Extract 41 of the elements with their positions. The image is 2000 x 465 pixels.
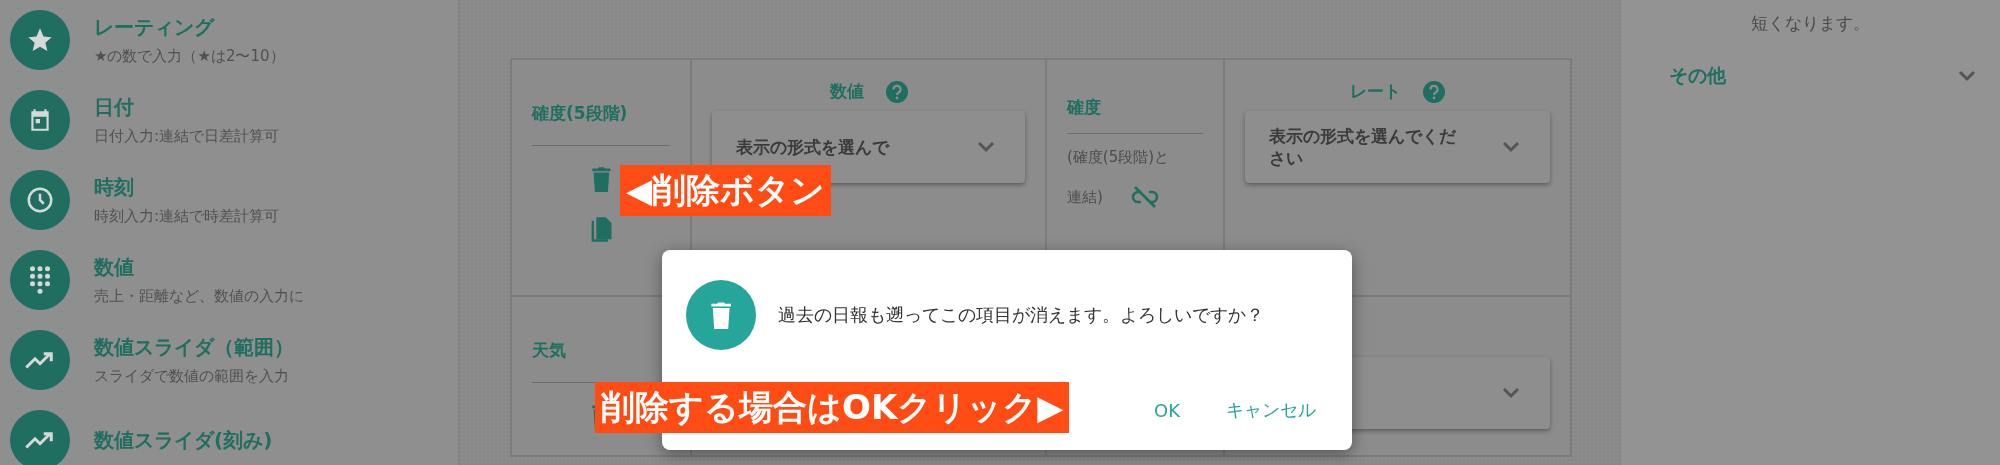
dial-pad-icon	[27, 265, 53, 295]
card-title: レート	[1350, 80, 1401, 103]
trash-icon[interactable]	[709, 301, 733, 329]
item-description: 売上・距離など、数値の入力に	[94, 287, 304, 306]
clock-icon	[25, 185, 55, 215]
chevron-down-icon	[1502, 387, 1520, 399]
link-note: 連結)	[1067, 187, 1103, 207]
annotation-tooltip: ◀削除ボタン	[620, 165, 832, 216]
star-icon	[26, 26, 54, 54]
annotation-tooltip: 削除する場合はOKクリック▶	[595, 382, 1070, 433]
cancel-button[interactable]: キャンセル	[1214, 388, 1328, 432]
card-title: 確度(5段階)	[532, 102, 670, 146]
trend-icon	[25, 431, 55, 449]
chevron-down-icon	[1958, 70, 1976, 82]
card-title: 確度	[1067, 96, 1203, 134]
item-icon-circle[interactable]	[10, 250, 70, 310]
section-header[interactable]: その他	[1669, 63, 1976, 89]
item-title: 数値スライダ（範囲）	[94, 334, 294, 361]
item-icon-circle[interactable]	[10, 410, 70, 465]
item-description: 日付入力:連結で日差計算可	[94, 127, 280, 146]
item-title: 時刻	[94, 174, 135, 201]
item-description: スライダで数値の範囲を入力	[94, 367, 290, 386]
item-icon-circle[interactable]	[10, 90, 70, 150]
card-title: 数値	[829, 80, 864, 103]
item-title: 数値スライダ(刻み)	[94, 426, 273, 454]
item-description: 時刻入力:連結で時差計算可	[94, 207, 280, 226]
trend-icon	[25, 351, 55, 369]
link-note: (確度(5段階)と	[1067, 148, 1171, 167]
ok-button[interactable]: OK	[1142, 388, 1192, 432]
item-title: 数値	[94, 254, 135, 281]
item-icon-circle[interactable]	[10, 10, 70, 70]
item-description: ★の数で入力（★は2〜10）	[94, 47, 285, 66]
item-icon-circle[interactable]	[10, 170, 70, 230]
item-title: レーティング	[94, 14, 216, 41]
format-select[interactable]: 表示の形式を選んでください	[1245, 111, 1550, 183]
item-title: 日付	[94, 94, 135, 121]
dialog-message: 過去の日報も遡ってこの項目が消えます。よろしいですか？	[778, 303, 1264, 327]
chevron-down-icon	[1502, 141, 1520, 153]
item-icon-circle[interactable]	[10, 330, 70, 390]
chevron-down-icon	[977, 141, 995, 153]
help-text: 短くなります。	[1751, 12, 1871, 35]
